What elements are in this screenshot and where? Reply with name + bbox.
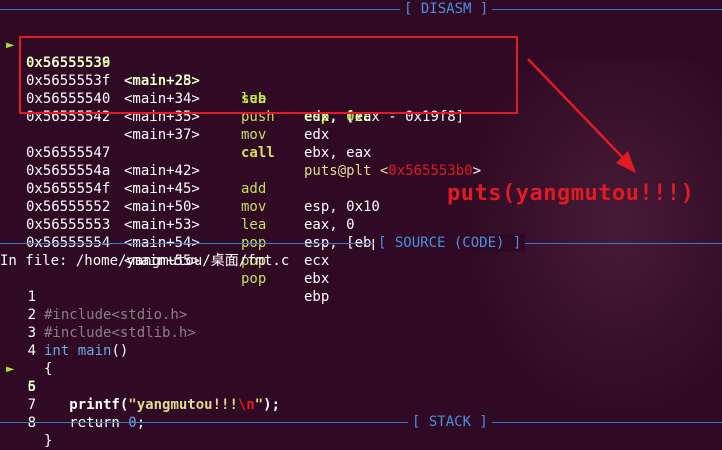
stack-header: [ STACK ] [0, 413, 722, 431]
annotation-arrow-icon [527, 58, 636, 173]
source-line[interactable]: 1 #include<stdio.h> [0, 270, 300, 323]
source-line-current[interactable]: ► 5 printf("yangmutou!!!\n"); [0, 342, 340, 413]
source-line[interactable]: 6 [0, 360, 300, 395]
source-line[interactable]: 2 #include<stdlib.h> [0, 288, 300, 341]
disasm-header-title: [ DISASM ] [400, 0, 493, 18]
disasm-header-rule [0, 9, 722, 10]
disasm-row[interactable]: 0x56555554 <main+55> pop ebp [0, 216, 722, 305]
source-header-rule [0, 243, 722, 244]
source-line[interactable]: 4 { [0, 324, 300, 377]
highlight-box [19, 36, 518, 114]
source-line[interactable]: 3 int main() [0, 306, 300, 359]
disasm-row[interactable]: 0x56555553 <main+54> pop ebx [0, 198, 440, 287]
disasm-row[interactable]: 0x56555552 <main+53> pop ecx [0, 180, 440, 269]
source-header: [ SOURCE (CODE) ] [0, 234, 722, 252]
source-line[interactable]: 7 return 0; [0, 378, 300, 431]
instruction-operands: ebp [304, 289, 330, 305]
instruction-operands: ebx [304, 271, 330, 287]
source-code: } [44, 433, 53, 449]
disasm-header: [ DISASM ] [0, 0, 722, 18]
stack-header-title: [ STACK ] [408, 413, 492, 431]
instruction-operands: ecx [304, 253, 330, 269]
annotation-label: puts(yangmutou!!!) [447, 181, 695, 206]
source-header-title: [ SOURCE (CODE) ] [374, 234, 526, 252]
source-file-path: In file: /home/yangmutou/桌面/fmt.c [0, 253, 290, 269]
source-line[interactable]: 8 } [0, 396, 300, 449]
stack-header-rule [0, 422, 722, 423]
disasm-row-current[interactable]: ► 0x56555536 <main+25> sub esp, 0xc [0, 18, 722, 125]
